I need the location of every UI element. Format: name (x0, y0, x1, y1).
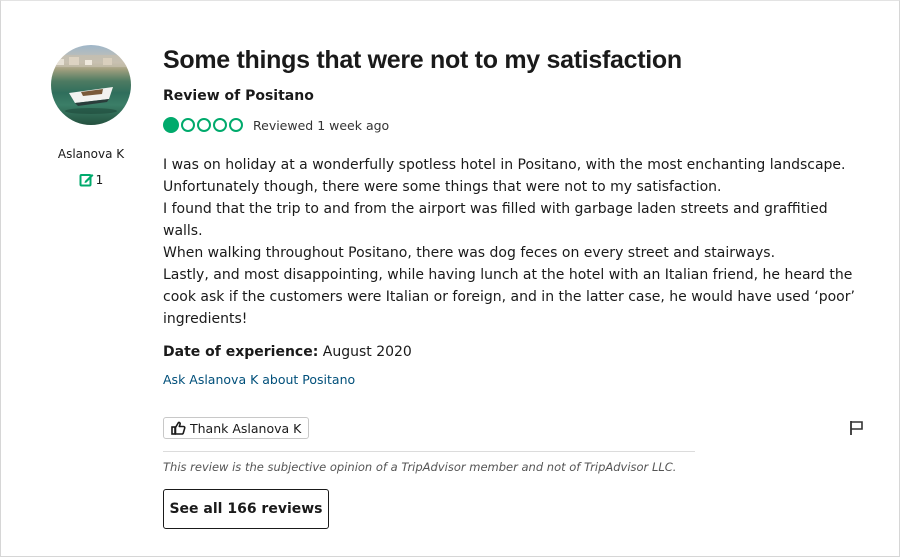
divider (163, 451, 695, 452)
review-body: I was on holiday at a wonderfully spotle… (163, 154, 863, 330)
rating-bubble-filled-icon (163, 116, 179, 133)
reviewer-name[interactable]: Aslanova K (43, 147, 139, 161)
rating-row: Reviewed 1 week ago (163, 115, 863, 135)
review-paragraph: Lastly, and most disappointing, while ha… (163, 267, 855, 327)
review-paragraph: I found that the trip to and from the ai… (163, 201, 828, 239)
date-label: Date of experience: (163, 344, 319, 360)
reviewed-date: Reviewed 1 week ago (253, 117, 390, 133)
review-subtitle: Review of Positano (163, 88, 314, 104)
review-disclaimer: This review is the subjective opinion of… (163, 460, 677, 474)
contributions-value: 1 (95, 172, 104, 187)
date-of-experience: Date of experience: August 2020 (163, 344, 863, 360)
reviewer-column: Aslanova K 1 (43, 45, 139, 187)
avatar[interactable] (51, 45, 131, 125)
rating-bubble-empty-icon (229, 117, 243, 132)
flag-icon[interactable] (849, 420, 865, 436)
date-value: August 2020 (322, 344, 412, 360)
ask-reviewer-link[interactable]: Ask Aslanova K about Positano (163, 372, 355, 387)
see-all-reviews-label: See all 166 reviews (169, 501, 323, 517)
review-paragraph: I was on holiday at a wonderfully spotle… (163, 157, 846, 195)
boat-photo-icon (51, 55, 131, 114)
rating-bubble-empty-icon (213, 117, 227, 132)
review-title[interactable]: Some things that were not to my satisfac… (163, 43, 863, 77)
thumbs-up-icon (171, 421, 186, 435)
see-all-reviews-button[interactable]: See all 166 reviews (163, 489, 329, 529)
review-paragraph: When walking throughout Positano, there … (163, 245, 776, 261)
review-card: Aslanova K 1 Some things that were not t… (0, 0, 900, 557)
review-main: Some things that were not to my satisfac… (163, 43, 863, 388)
edit-icon (79, 174, 94, 187)
rating-bubble-empty-icon (181, 117, 195, 132)
rating-bubble-empty-icon (197, 117, 211, 132)
thank-button-label: Thank Aslanova K (190, 420, 302, 436)
contributions-count: 1 (43, 172, 139, 187)
rating-bubbles (163, 116, 243, 133)
thank-button[interactable]: Thank Aslanova K (163, 417, 310, 439)
